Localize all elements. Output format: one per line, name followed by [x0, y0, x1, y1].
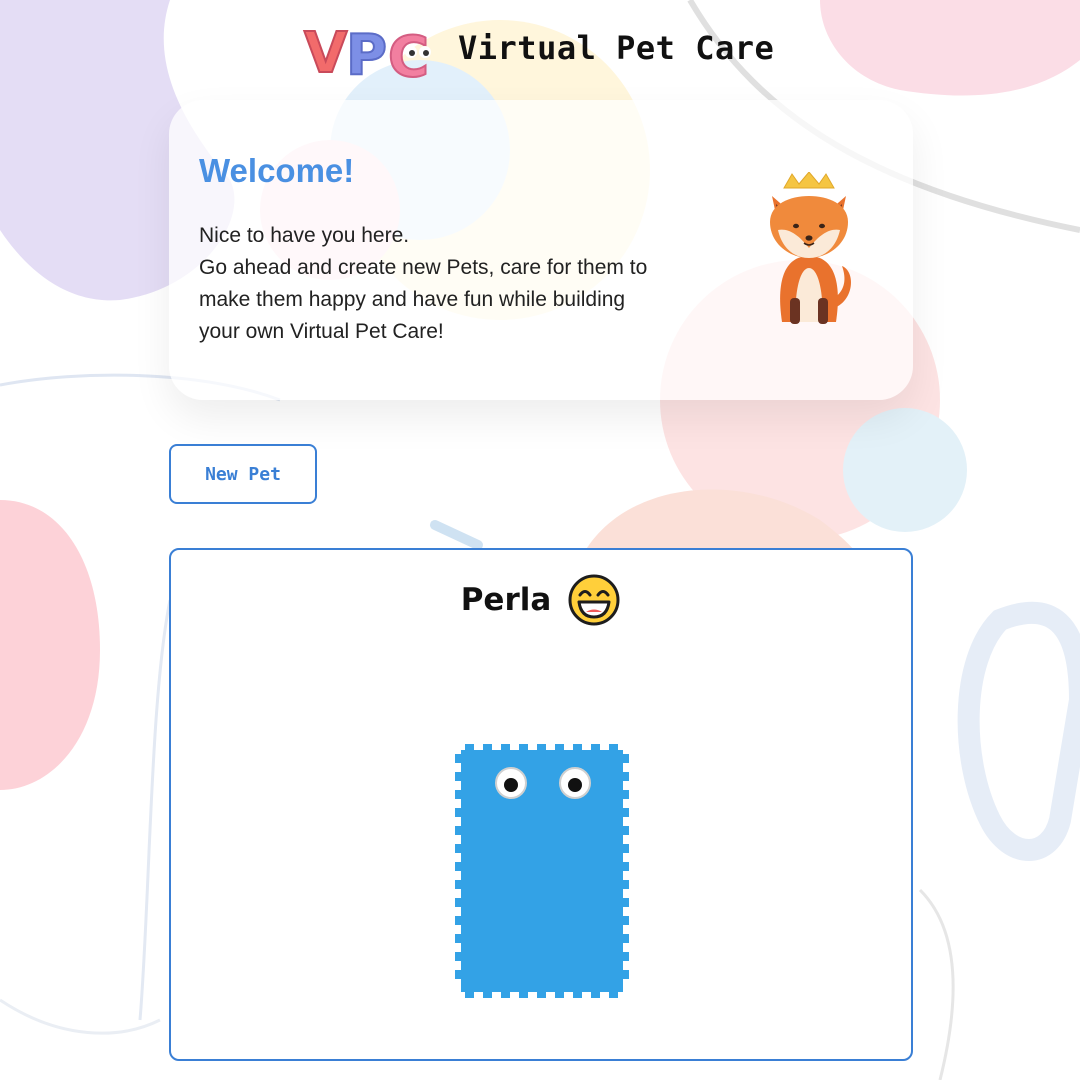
- pet-body-edge: [609, 744, 618, 750]
- pet-body-edge: [623, 898, 629, 907]
- pet-body-edge: [455, 970, 461, 979]
- pet-body-edge: [455, 826, 461, 835]
- pet-body-edge: [623, 916, 629, 925]
- pet-body-edge: [537, 744, 546, 750]
- welcome-title: Welcome!: [199, 152, 355, 189]
- pet-body-edge: [519, 744, 528, 750]
- pet-body-edge: [591, 992, 600, 998]
- pet-body-edge: [483, 744, 492, 750]
- pet-body-edge: [455, 844, 461, 853]
- pet-body-edge: [455, 754, 461, 763]
- pet-body-edge: [609, 992, 618, 998]
- pet-header: Perla: [171, 570, 911, 630]
- svg-text:V: V: [304, 21, 348, 84]
- pet-body-edge: [455, 898, 461, 907]
- pet-body-edge: [623, 772, 629, 781]
- pet-body-edge: [573, 992, 582, 998]
- pet-pupil-right: [568, 778, 582, 792]
- pet-body-edge: [455, 934, 461, 943]
- pet-body-edge: [455, 862, 461, 871]
- welcome-message: Nice to have you here. Go ahead and crea…: [199, 220, 719, 348]
- app-header: V P C Virtual Pet Care: [300, 12, 820, 84]
- pet-body-edge: [519, 992, 528, 998]
- pet-body-edge: [455, 916, 461, 925]
- pet-body-edge: [623, 790, 629, 799]
- pet-body-edge: [623, 754, 629, 763]
- welcome-line: your own Virtual Pet Care!: [199, 320, 444, 343]
- pet-body-edge: [623, 952, 629, 961]
- pet-body-edge: [465, 992, 474, 998]
- pet-body-edge: [455, 772, 461, 781]
- pet-card[interactable]: Perla: [169, 548, 913, 1061]
- grinning-face-icon: [568, 574, 620, 626]
- welcome-card: Welcome! Nice to have you here. Go ahead…: [169, 100, 913, 400]
- fox-icon: [770, 172, 852, 324]
- pet-body-edge: [455, 790, 461, 799]
- pet-body-edge: [501, 744, 510, 750]
- pet-body-edge: [623, 826, 629, 835]
- pet-body-edge: [623, 844, 629, 853]
- pet-body-edge: [501, 992, 510, 998]
- pet-body-edge: [537, 992, 546, 998]
- pet-avatar[interactable]: [451, 740, 633, 1002]
- new-pet-button[interactable]: New Pet: [169, 444, 317, 504]
- pet-pupil-left: [504, 778, 518, 792]
- app-title: Virtual Pet Care: [458, 29, 775, 67]
- pet-body-edge: [623, 880, 629, 889]
- pet-body-edge: [555, 992, 564, 998]
- pet-body-edge: [623, 970, 629, 979]
- vpc-logo[interactable]: V P C: [300, 12, 440, 84]
- pet-body-edge: [623, 808, 629, 817]
- pet-body-edge: [623, 862, 629, 871]
- pet-body-edge: [455, 880, 461, 889]
- pet-body-edge: [573, 744, 582, 750]
- pet-body-edge: [465, 744, 474, 750]
- pet-body-edge: [483, 992, 492, 998]
- welcome-line: Go ahead and create new Pets, care for t…: [199, 256, 648, 279]
- welcome-line: Nice to have you here.: [199, 224, 410, 247]
- pet-name: Perla: [460, 582, 552, 618]
- pet-body-edge: [555, 744, 564, 750]
- svg-text:P: P: [346, 23, 387, 84]
- pet-body-edge: [455, 952, 461, 961]
- welcome-line: make them happy and have fun while build…: [199, 288, 626, 311]
- pet-body-edge: [591, 744, 600, 750]
- pet-body-shape: [461, 750, 623, 992]
- pet-body-edge: [455, 808, 461, 817]
- pet-body-edge: [623, 934, 629, 943]
